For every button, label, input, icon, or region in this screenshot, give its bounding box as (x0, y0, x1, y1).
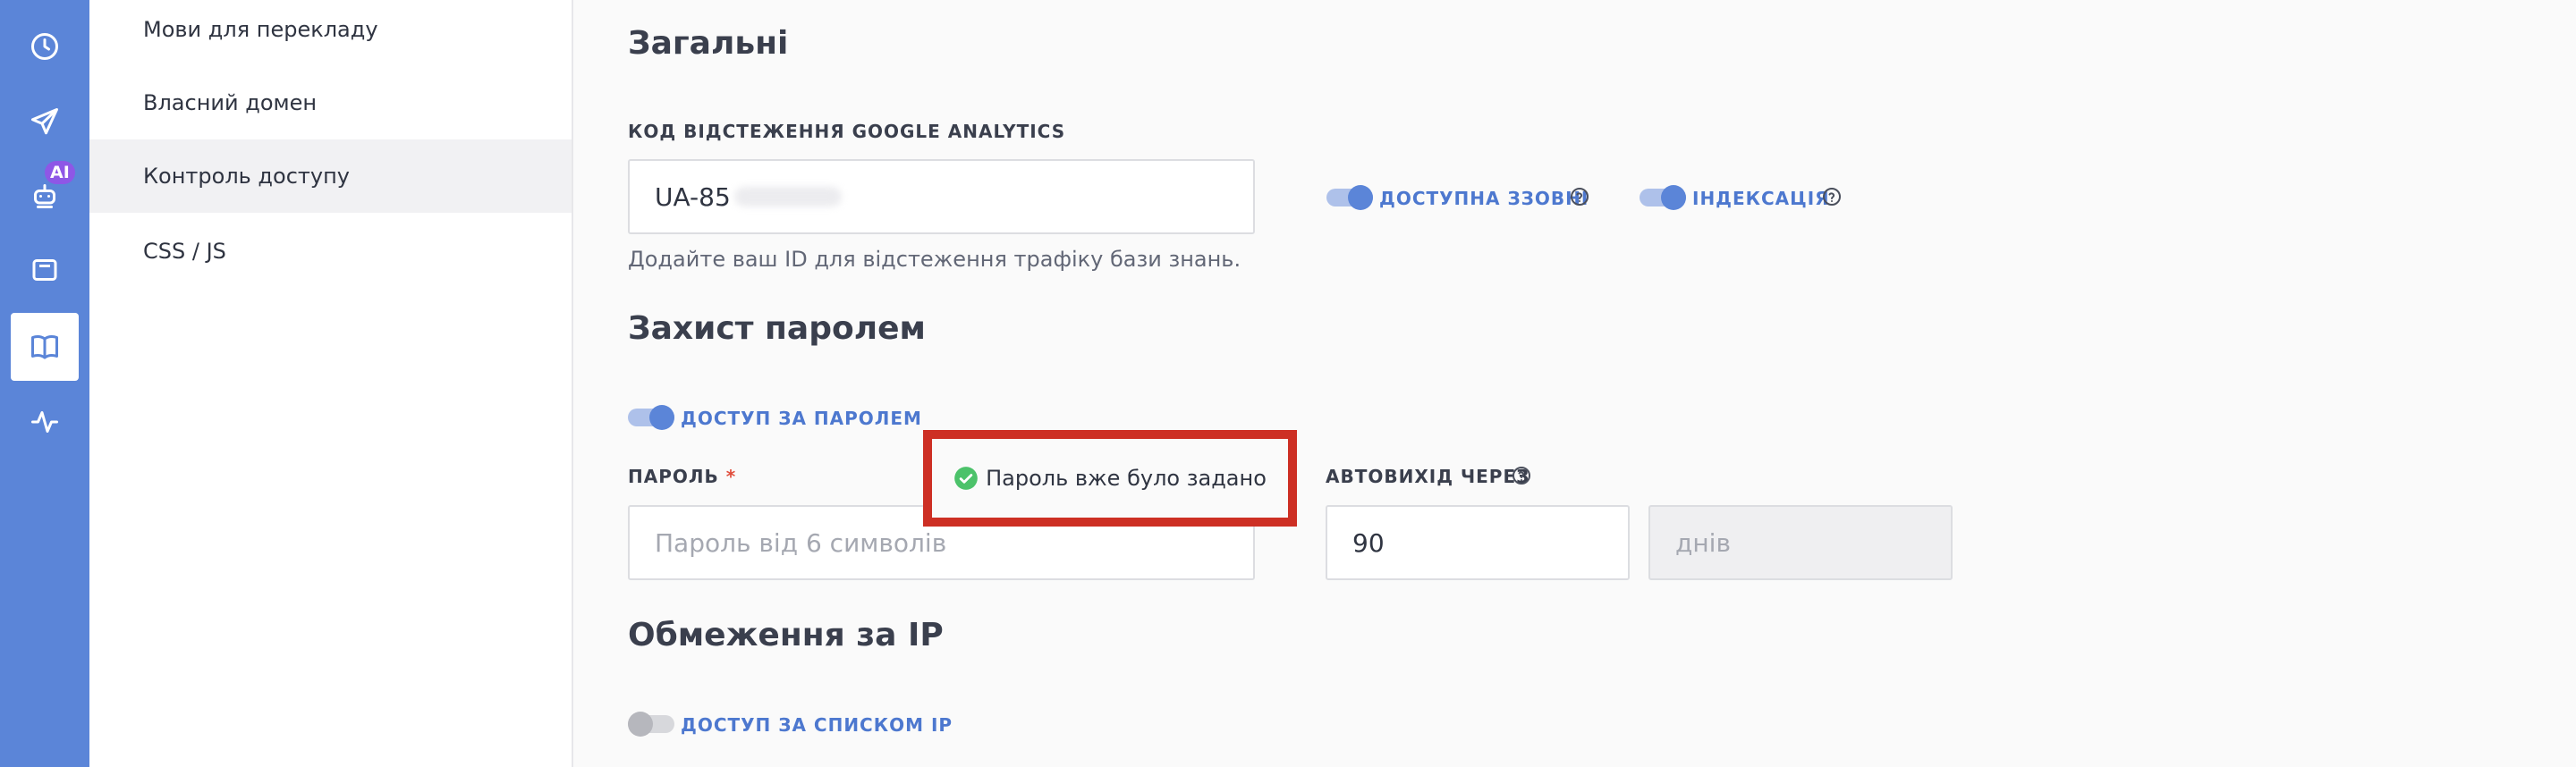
clock-icon (31, 33, 58, 60)
settings-sidebar: Мови для перекладу Власний домен Контрол… (89, 0, 573, 767)
sidebar-item-translation-languages[interactable]: Мови для перекладу (89, 0, 572, 66)
help-icon[interactable] (1821, 186, 1843, 207)
sidebar-item-label: Власний домен (143, 90, 318, 115)
auto-logout-label: Автовихід через (1326, 466, 1530, 487)
ip-access-label: Доступ за списком IP (681, 714, 953, 736)
redacted-value (733, 187, 842, 206)
section-title-ip: Обмеження за IP (628, 617, 944, 653)
ga-hint: Додайте ваш ID для відстеження трафіку б… (628, 247, 1241, 272)
sidebar-item-label: CSS / JS (143, 239, 226, 264)
ga-label: Код відстеження Google Analytics (628, 121, 1066, 142)
external-access-toggle[interactable] (1326, 185, 1373, 210)
password-placeholder: Пароль від 6 символів (655, 527, 947, 558)
required-mark: * (725, 466, 737, 487)
ga-input[interactable]: UA-85 (628, 159, 1255, 234)
auto-logout-input[interactable]: 90 (1326, 505, 1630, 580)
indexing-toggle[interactable] (1640, 185, 1686, 210)
sidebar-item-access-control[interactable]: Контроль доступу (89, 139, 572, 213)
password-status-callout: Пароль вже було задано (923, 430, 1297, 527)
sidebar-item-label: Мови для перекладу (143, 17, 378, 42)
rail-item-campaigns[interactable] (11, 88, 79, 156)
sidebar-item-label: Контроль доступу (143, 164, 350, 189)
book-icon (31, 335, 58, 359)
password-access-label: Доступ за паролем (681, 408, 922, 429)
rail-item-knowledge-base[interactable] (11, 313, 79, 381)
rail-item-analytics[interactable] (11, 388, 79, 456)
auto-logout-unit: днів (1648, 505, 1953, 580)
ip-access-toggle[interactable] (628, 712, 674, 737)
sidebar-item-custom-domain[interactable]: Власний домен (89, 66, 572, 139)
indexing-label: Індексація (1692, 188, 1830, 209)
password-status-text: Пароль вже було задано (986, 466, 1267, 491)
section-title-general: Загальні (628, 25, 789, 62)
help-icon[interactable] (1511, 465, 1532, 486)
password-label: Пароль * (628, 466, 737, 487)
auto-logout-value: 90 (1352, 527, 1385, 558)
rail-item-history[interactable] (11, 13, 79, 80)
wallet-icon (32, 259, 57, 281)
section-title-password: Захист паролем (628, 310, 926, 347)
paper-plane-icon (31, 108, 58, 135)
ai-badge: AI (45, 161, 75, 184)
activity-icon (31, 411, 58, 433)
check-circle-icon (954, 467, 978, 490)
auto-logout-unit-text: днів (1675, 527, 1731, 558)
external-access-label: Доступна ззовні (1379, 188, 1589, 209)
sidebar-item-css-js[interactable]: CSS / JS (89, 215, 572, 288)
icon-rail: AI (0, 0, 89, 767)
help-icon[interactable] (1569, 186, 1590, 207)
password-access-toggle[interactable] (628, 405, 674, 430)
main-content: Загальні Код відстеження Google Analytic… (575, 0, 2576, 767)
ga-value: UA-85 (655, 181, 731, 212)
rail-item-widgets[interactable] (11, 236, 79, 304)
